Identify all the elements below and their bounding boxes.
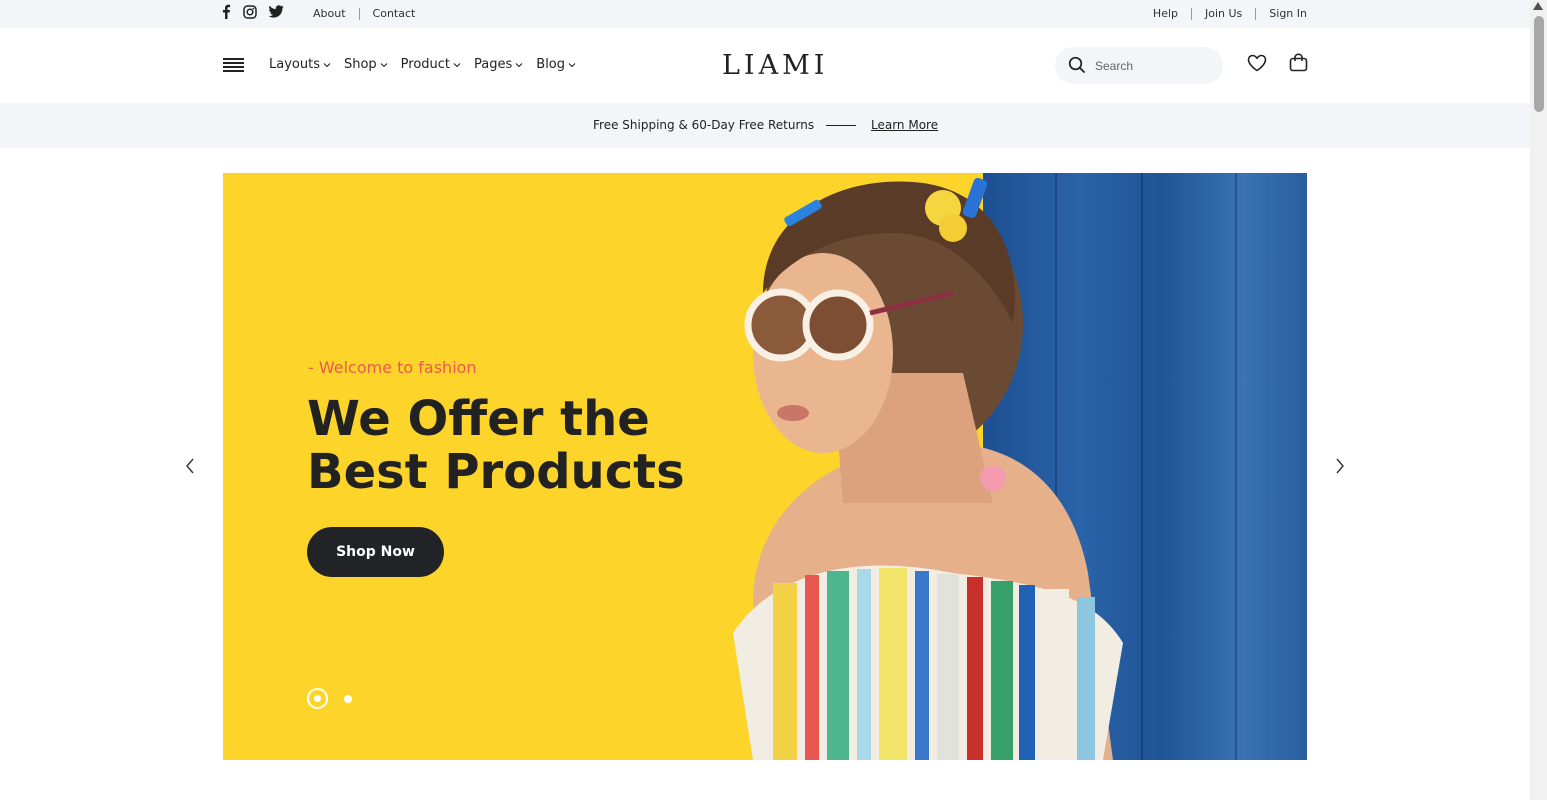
scrollbar[interactable] <box>1530 0 1547 800</box>
hero-slider: - Welcome to fashion We Offer the Best P… <box>223 173 1307 760</box>
nav-item-pages[interactable]: Pages <box>474 57 523 72</box>
scroll-up-icon[interactable] <box>1533 2 1543 10</box>
nav-item-label: Shop <box>343 57 377 72</box>
instagram-icon[interactable] <box>243 4 257 19</box>
social-links <box>221 4 284 19</box>
help-link[interactable]: Help <box>1153 7 1178 20</box>
slide-dot-active[interactable] <box>307 688 328 709</box>
about-link[interactable]: About <box>313 7 346 20</box>
contact-link[interactable]: Contact <box>373 7 416 20</box>
chevron-right-icon[interactable] <box>1334 458 1346 474</box>
nav-item-label: Layouts <box>269 57 320 72</box>
hero-title: We Offer the Best Products <box>307 391 685 500</box>
slide-dot[interactable] <box>344 694 352 703</box>
learn-more-link[interactable]: Learn More <box>871 118 938 132</box>
top-bar: About Contact Help Join Us Sign In <box>0 0 1530 28</box>
top-links-left: About Contact <box>313 7 415 20</box>
nav-item-blog[interactable]: Blog <box>536 57 576 72</box>
heart-icon[interactable] <box>1247 54 1267 72</box>
chevron-left-icon[interactable] <box>184 458 196 474</box>
main-header: Layouts Shop Product Pages Blog LIAMI <box>0 28 1530 103</box>
nav-item-label: Product <box>400 57 451 72</box>
top-links-right: Help Join Us Sign In <box>1153 7 1307 20</box>
chevron-down-icon <box>380 62 388 67</box>
chevron-down-icon <box>515 62 523 67</box>
promo-text: Free Shipping & 60-Day Free Returns <box>593 118 815 132</box>
sign-in-link[interactable]: Sign In <box>1269 7 1307 20</box>
slider-pagination <box>307 688 352 709</box>
scrollbar-thumb[interactable] <box>1534 16 1544 112</box>
curtain-fold <box>1235 173 1237 760</box>
facebook-icon[interactable] <box>221 4 231 19</box>
nav-item-shop[interactable]: Shop <box>344 57 388 72</box>
divider <box>826 125 856 126</box>
chevron-down-icon <box>323 62 331 67</box>
chevron-down-icon <box>453 62 461 67</box>
divider <box>358 7 360 20</box>
nav-item-label: Blog <box>536 57 566 72</box>
join-us-link[interactable]: Join Us <box>1205 7 1242 20</box>
nav-item-layouts[interactable]: Layouts <box>269 57 331 72</box>
site-logo[interactable]: LIAMI <box>722 50 828 81</box>
menu-icon[interactable] <box>223 58 244 72</box>
nav-item-product[interactable]: Product <box>401 57 461 72</box>
nav-item-label: Pages <box>474 57 513 72</box>
divider <box>1191 7 1192 20</box>
chevron-down-icon <box>568 62 576 67</box>
divider <box>1255 7 1257 20</box>
hero-subtitle: - Welcome to fashion <box>308 358 477 377</box>
search-box <box>1055 47 1223 84</box>
twitter-icon[interactable] <box>269 5 284 18</box>
promo-bar: Free Shipping & 60-Day Free Returns Lear… <box>0 103 1530 148</box>
search-input[interactable] <box>1095 56 1215 76</box>
shop-now-button[interactable]: Shop Now <box>307 527 444 577</box>
bag-icon[interactable] <box>1289 53 1308 72</box>
main-nav: Layouts Shop Product Pages Blog <box>269 57 576 72</box>
search-icon[interactable] <box>1068 56 1086 74</box>
